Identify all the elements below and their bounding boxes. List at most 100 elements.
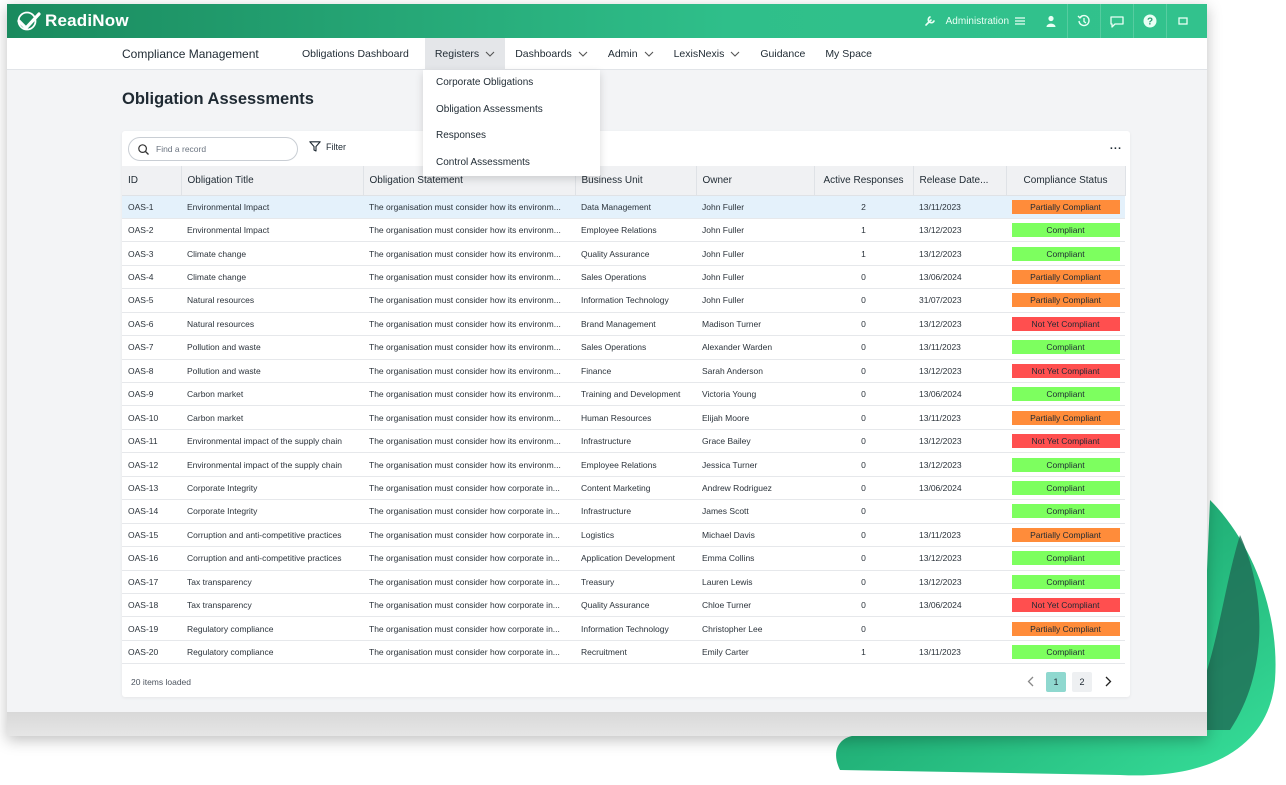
table-row[interactable]: OAS-16 Corruption and anti-competitive pr… xyxy=(122,546,1125,571)
status-cell: Not Yet Compliant xyxy=(1006,429,1125,454)
title-cell: Carbon market xyxy=(181,405,363,430)
table-row[interactable]: OAS-3 Climate change The organisation must… xyxy=(122,241,1125,266)
table-row[interactable]: OAS-15 Corruption and anti-competitive pr… xyxy=(122,523,1125,548)
status-cell: Compliant xyxy=(1006,570,1125,594)
owner-cell: John Fuller xyxy=(696,195,814,219)
dropdown-item-corporate-obligations[interactable]: Corporate Obligations xyxy=(423,70,600,97)
table-row[interactable]: OAS-18 Tax transparency The organisation m… xyxy=(122,593,1125,618)
owner-cell: Christopher Lee xyxy=(696,616,814,641)
table-row[interactable]: OAS-2 Environmental Impact The organisatio… xyxy=(122,218,1125,243)
release-date-cell: 13/11/2023 xyxy=(913,640,1006,665)
active-responses-cell: 1 xyxy=(814,218,913,243)
help-icon[interactable]: ? xyxy=(1134,4,1166,38)
table-row[interactable]: OAS-10 Carbon market The organisation must… xyxy=(122,405,1125,430)
owner-cell: Grace Bailey xyxy=(696,429,814,454)
owner-cell: Elijah Moore xyxy=(696,405,814,430)
expand-icon[interactable] xyxy=(1167,4,1199,38)
grid-footer: 20 items loaded 12 xyxy=(122,671,1130,697)
administration-label: Administration xyxy=(945,15,1009,27)
id-cell: OAS-17 xyxy=(122,570,181,594)
table-row[interactable]: OAS-6 Natural resources The organisation m… xyxy=(122,312,1125,337)
more-options-button[interactable]: ... xyxy=(1110,140,1122,152)
table-row[interactable]: OAS-13 Corporate Integrity The organisatio… xyxy=(122,476,1125,501)
history-icon[interactable] xyxy=(1068,4,1100,38)
column-header-compliance-status[interactable]: Compliance Status xyxy=(1006,166,1126,196)
status-badge: Not Yet Compliant xyxy=(1011,363,1120,378)
id-cell: OAS-8 xyxy=(122,359,181,384)
status-cell: Compliant xyxy=(1006,499,1125,524)
chat-icon[interactable] xyxy=(1101,4,1133,38)
active-responses-cell: 0 xyxy=(814,405,913,430)
readinow-logo[interactable]: ReadiNow xyxy=(17,10,129,32)
release-date-cell: 13/12/2023 xyxy=(913,429,1006,454)
dropdown-item-obligation-assessments[interactable]: Obligation Assessments xyxy=(423,97,600,124)
app-name[interactable]: Compliance Management xyxy=(122,38,259,70)
column-header-release-date[interactable]: Release Date... xyxy=(913,166,1007,196)
filter-button[interactable]: Filter xyxy=(309,141,346,152)
release-date-cell: 13/12/2023 xyxy=(913,218,1006,243)
statement-cell: The organisation must consider how its e… xyxy=(363,195,575,219)
search-input[interactable] xyxy=(156,144,276,154)
nav-item-dashboards[interactable]: Dashboards xyxy=(505,38,598,70)
status-cell: Compliant xyxy=(1006,382,1125,407)
table-row[interactable]: OAS-1 Environmental Impact The organisatio… xyxy=(122,195,1125,219)
filter-label: Filter xyxy=(326,141,346,152)
statement-cell: The organisation must consider how corpo… xyxy=(363,499,575,524)
table-row[interactable]: OAS-4 Climate change The organisation must… xyxy=(122,265,1125,290)
nav-item-guidance[interactable]: Guidance xyxy=(750,38,815,70)
status-cell: Not Yet Compliant xyxy=(1006,593,1125,618)
status-badge: Partially Compliant xyxy=(1011,621,1120,636)
nav-item-registers[interactable]: Registers xyxy=(424,38,506,70)
owner-cell: Chloe Turner xyxy=(696,593,814,618)
nav-item-admin[interactable]: Admin xyxy=(598,38,664,70)
status-badge: Compliant xyxy=(1011,645,1120,660)
title-cell: Regulatory compliance xyxy=(181,616,363,641)
nav-item-lexisnexis[interactable]: LexisNexis xyxy=(664,38,751,70)
table-row[interactable]: OAS-9 Carbon market The organisation must … xyxy=(122,382,1125,407)
nav-item-obligations-dashboard[interactable]: Obligations Dashboard xyxy=(292,38,419,70)
table-row[interactable]: OAS-17 Tax transparency The organisation m… xyxy=(122,570,1125,594)
column-header-active-responses[interactable]: Active Responses xyxy=(814,166,914,196)
table-row[interactable]: OAS-14 Corporate Integrity The organisatio… xyxy=(122,499,1125,524)
business-unit-cell: Infrastructure xyxy=(575,499,696,524)
column-header-id[interactable]: ID xyxy=(122,166,182,196)
nav-item-my-space[interactable]: My Space xyxy=(815,38,882,70)
active-responses-cell: 0 xyxy=(814,546,913,571)
previous-page-button[interactable] xyxy=(1020,672,1040,692)
id-cell: OAS-4 xyxy=(122,265,181,290)
table-row[interactable]: OAS-11 Environmental impact of the supply… xyxy=(122,429,1125,454)
table-row[interactable]: OAS-7 Pollution and waste The organisation… xyxy=(122,335,1125,360)
page-2-button[interactable]: 2 xyxy=(1072,672,1092,692)
owner-cell: Sarah Anderson xyxy=(696,359,814,384)
statement-cell: The organisation must consider how its e… xyxy=(363,382,575,407)
owner-cell: John Fuller xyxy=(696,218,814,243)
next-page-button[interactable] xyxy=(1098,672,1118,692)
status-badge: Not Yet Compliant xyxy=(1011,434,1120,449)
dropdown-item-control-assessments[interactable]: Control Assessments xyxy=(423,150,600,177)
table-row[interactable]: OAS-20 Regulatory compliance The organisat… xyxy=(122,640,1125,665)
status-badge: Compliant xyxy=(1011,246,1120,261)
table-row[interactable]: OAS-19 Regulatory compliance The organisat… xyxy=(122,616,1125,641)
business-unit-cell: Quality Assurance xyxy=(575,241,696,266)
active-responses-cell: 0 xyxy=(814,382,913,407)
table-row[interactable]: OAS-5 Natural resources The organisation m… xyxy=(122,288,1125,313)
statement-cell: The organisation must consider how its e… xyxy=(363,335,575,360)
table-row[interactable]: OAS-8 Pollution and waste The organisation… xyxy=(122,359,1125,384)
id-cell: OAS-1 xyxy=(122,195,181,219)
window-bottom-bar xyxy=(7,712,1207,736)
table-row[interactable]: OAS-12 Environmental impact of the supply… xyxy=(122,452,1125,477)
column-header-obligation-title[interactable]: Obligation Title xyxy=(181,166,364,196)
column-header-owner[interactable]: Owner xyxy=(696,166,815,196)
title-cell: Corruption and anti-competitive practice… xyxy=(181,546,363,571)
id-cell: OAS-16 xyxy=(122,546,181,571)
wrench-icon[interactable] xyxy=(914,4,946,38)
page-1-button[interactable]: 1 xyxy=(1046,672,1066,692)
dropdown-item-responses[interactable]: Responses xyxy=(423,123,600,150)
status-cell: Compliant xyxy=(1006,476,1125,501)
active-responses-cell: 0 xyxy=(814,265,913,290)
administration-menu[interactable]: Administration xyxy=(946,16,1025,27)
user-icon[interactable] xyxy=(1035,4,1067,38)
records-grid: Filter ... IDObligation TitleObligation … xyxy=(122,131,1130,697)
owner-cell: James Scott xyxy=(696,499,814,524)
business-unit-cell: Finance xyxy=(575,359,696,384)
